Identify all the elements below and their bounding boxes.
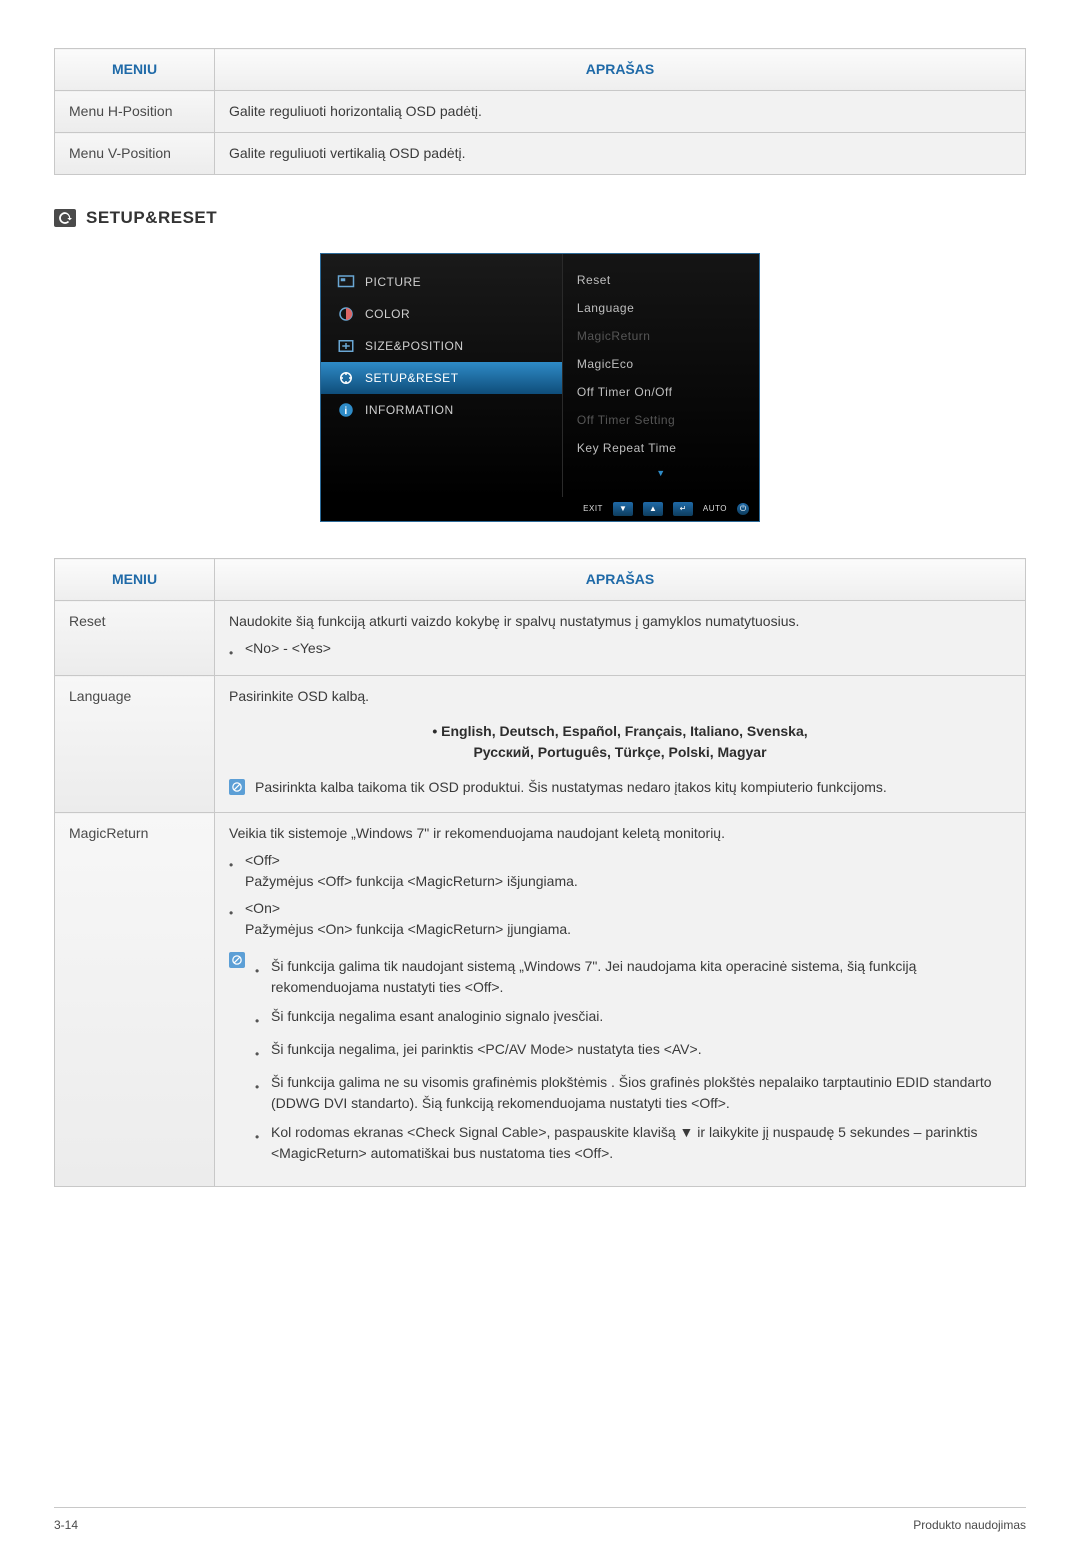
magicreturn-note-3: Ši funkcija negalima, jei parinktis <PC/…	[271, 1039, 702, 1064]
osd-sub-language[interactable]: Language	[577, 294, 745, 322]
picture-icon	[337, 274, 355, 289]
table-header-desc: APRAŠAS	[215, 49, 1026, 91]
magicreturn-off-title: <Off>	[245, 850, 578, 871]
languages-list-1: • English, Deutsch, Español, Français, I…	[229, 721, 1011, 742]
table-row: MagicReturn Veikia tik sistemoje „Window…	[55, 813, 1026, 1187]
reset-description: Naudokite šią funkciją atkurti vaizdo ko…	[229, 611, 1011, 632]
magicreturn-off-desc: Pažymėjus <Off> funkcija <MagicReturn> i…	[245, 871, 578, 892]
table-header-menu: MENIU	[55, 559, 215, 601]
reset-options-text: <No> - <Yes>	[245, 638, 331, 663]
osd-item-picture[interactable]: PICTURE	[321, 266, 562, 298]
row-label-reset: Reset	[55, 601, 215, 676]
osd-sub-offtimer-onoff[interactable]: Off Timer On/Off	[577, 378, 745, 406]
magicreturn-note-1: Ši funkcija galima tik naudojant sistemą…	[271, 956, 1011, 998]
magicreturn-on-desc: Pažymėjus <On> funkcija <MagicReturn> įj…	[245, 919, 571, 940]
bullet-icon	[255, 1006, 261, 1031]
bullet-icon	[229, 850, 235, 892]
osd-down-button[interactable]: ▼	[613, 502, 633, 516]
bullet-icon	[229, 898, 235, 940]
magicreturn-note-2: Ši funkcija negalima esant analoginio si…	[271, 1006, 603, 1031]
scroll-down-icon[interactable]: ▼	[577, 462, 745, 486]
magicreturn-description: Veikia tik sistemoje „Windows 7" ir reko…	[229, 823, 1011, 844]
osd-item-label: COLOR	[365, 305, 410, 323]
languages-list-2: Русский, Português, Türkçe, Polski, Magy…	[229, 742, 1011, 763]
row-label-magicreturn: MagicReturn	[55, 813, 215, 1187]
table-row: Menu V-Position Galite reguliuoti vertik…	[55, 133, 1026, 175]
setup-reset-icon	[54, 209, 76, 227]
magicreturn-on-title: <On>	[245, 898, 571, 919]
section-header: SETUP&RESET	[54, 205, 1026, 231]
row-desc-magicreturn: Veikia tik sistemoje „Windows 7" ir reko…	[215, 813, 1026, 1187]
svg-text:i: i	[344, 404, 347, 416]
language-note-text: Pasirinkta kalba taikoma tik OSD produkt…	[255, 777, 887, 798]
table-row: Menu H-Position Galite reguliuoti horizo…	[55, 91, 1026, 133]
osd-item-size-position[interactable]: SIZE&POSITION	[321, 330, 562, 362]
osd-submenu: Reset Language MagicReturn MagicEco Off …	[562, 254, 759, 498]
osd-item-color[interactable]: COLOR	[321, 298, 562, 330]
osd-footer: EXIT ▼ ▲ ↵ AUTO ⏻	[321, 497, 759, 521]
osd-exit-label: EXIT	[583, 503, 603, 515]
information-icon: i	[337, 402, 355, 417]
osd-enter-button[interactable]: ↵	[673, 502, 693, 516]
osd-nav-left: PICTURE COLOR SIZE&POSITION	[321, 254, 562, 498]
row-desc-reset: Naudokite šią funkciją atkurti vaizdo ko…	[215, 601, 1026, 676]
osd-sub-magiceco[interactable]: MagicEco	[577, 350, 745, 378]
bullet-icon	[255, 1072, 261, 1114]
row-label: Menu H-Position	[55, 91, 215, 133]
row-label-language: Language	[55, 676, 215, 813]
setup-reset-nav-icon	[337, 370, 355, 385]
note-icon	[229, 952, 245, 968]
table-row: Language Pasirinkite OSD kalbą. • Englis…	[55, 676, 1026, 813]
magicreturn-note-5: Kol rodomas ekranas <Check Signal Cable>…	[271, 1122, 1011, 1164]
bullet-icon	[255, 1039, 261, 1064]
osd-item-label: PICTURE	[365, 273, 421, 291]
language-description: Pasirinkite OSD kalbą.	[229, 686, 1011, 707]
note-icon	[229, 779, 245, 795]
osd-sub-magicreturn: MagicReturn	[577, 322, 745, 350]
footer-title: Produkto naudojimas	[913, 1516, 1026, 1534]
magicreturn-note-4: Ši funkcija galima ne su visomis grafinė…	[271, 1072, 1011, 1114]
section-title: SETUP&RESET	[86, 205, 217, 231]
table-row: Reset Naudokite šią funkciją atkurti vai…	[55, 601, 1026, 676]
settings-table: MENIU APRAŠAS Reset Naudokite šią funkci…	[54, 558, 1026, 1187]
osd-power-button[interactable]: ⏻	[737, 503, 749, 515]
osd-screenshot: PICTURE COLOR SIZE&POSITION	[54, 253, 1026, 523]
bullet-icon	[229, 638, 235, 663]
osd-item-setup-reset[interactable]: SETUP&RESET	[321, 362, 562, 394]
osd-item-label: INFORMATION	[365, 401, 454, 419]
row-desc-language: Pasirinkite OSD kalbą. • English, Deutsc…	[215, 676, 1026, 813]
osd-sub-offtimer-setting: Off Timer Setting	[577, 406, 745, 434]
osd-item-label: SIZE&POSITION	[365, 337, 464, 355]
page-footer: 3-14 Produkto naudojimas	[54, 1507, 1026, 1534]
osd-auto-label: AUTO	[703, 503, 727, 515]
osd-item-label: SETUP&RESET	[365, 369, 459, 387]
table-header-desc: APRAŠAS	[215, 559, 1026, 601]
bullet-icon	[255, 956, 261, 998]
bullet-icon	[255, 1122, 261, 1164]
osd-sub-key-repeat[interactable]: Key Repeat Time	[577, 434, 745, 462]
osd-item-information[interactable]: i INFORMATION	[321, 394, 562, 426]
table-header-menu: MENIU	[55, 49, 215, 91]
row-desc: Galite reguliuoti vertikalią OSD padėtį.	[215, 133, 1026, 175]
page-number: 3-14	[54, 1516, 78, 1534]
position-table: MENIU APRAŠAS Menu H-Position Galite reg…	[54, 48, 1026, 175]
row-label: Menu V-Position	[55, 133, 215, 175]
size-position-icon	[337, 338, 355, 353]
osd-up-button[interactable]: ▲	[643, 502, 663, 516]
osd-sub-reset[interactable]: Reset	[577, 266, 745, 294]
row-desc: Galite reguliuoti horizontalią OSD padėt…	[215, 91, 1026, 133]
color-icon	[337, 306, 355, 321]
